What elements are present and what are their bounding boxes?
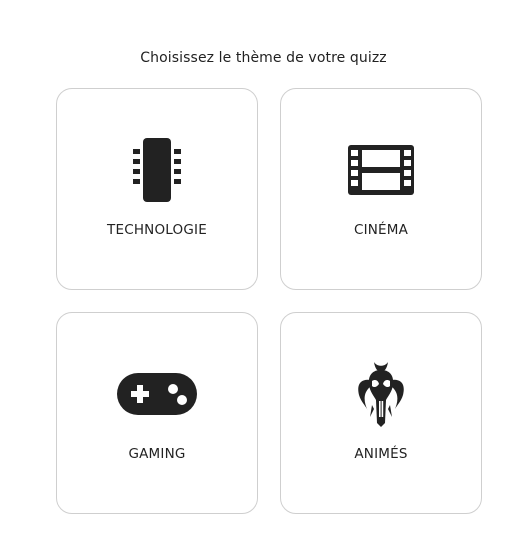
theme-label: CINÉMA xyxy=(353,222,409,238)
theme-label: TECHNOLOGIE xyxy=(107,222,207,238)
film-icon xyxy=(281,135,481,205)
page-title: Choisissez le thème de votre quizz xyxy=(140,50,387,66)
theme-card-animes[interactable]: ANIMÉS xyxy=(280,312,482,514)
theme-card-cinema[interactable]: CINÉMA xyxy=(280,88,482,290)
mandalorian-icon xyxy=(281,359,481,429)
gamepad-icon xyxy=(57,359,257,429)
microchip-icon xyxy=(57,135,257,205)
theme-card-technologie[interactable]: TECHNOLOGIE xyxy=(56,88,258,290)
theme-label: GAMING xyxy=(128,446,186,462)
theme-selection-page: Choisissez le thème de votre quizz TECHN… xyxy=(0,0,527,559)
theme-card-gaming[interactable]: GAMING xyxy=(56,312,258,514)
theme-label: ANIMÉS xyxy=(354,446,408,462)
